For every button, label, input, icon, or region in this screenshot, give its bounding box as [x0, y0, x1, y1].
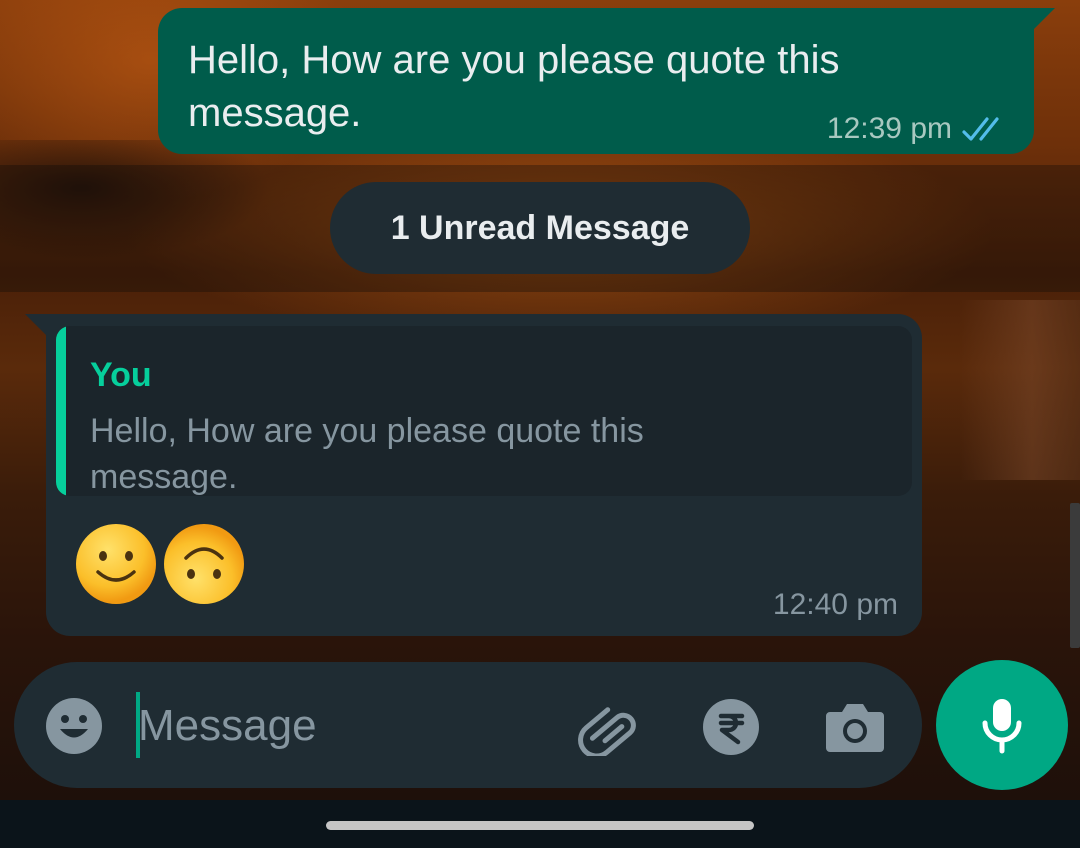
unread-messages-badge: 1 Unread Message [330, 182, 750, 274]
slightly-smiling-face-icon [76, 524, 156, 604]
message-composer [14, 662, 922, 788]
home-gesture-handle[interactable] [326, 821, 754, 830]
bubble-tail [1033, 8, 1055, 30]
quote-accent-bar [56, 326, 66, 496]
voice-record-button[interactable] [936, 660, 1068, 790]
upside-down-face-icon [164, 524, 244, 604]
quoted-message[interactable]: You Hello, How are you please quote this… [56, 326, 912, 496]
message-timestamp: 12:39 pm [826, 112, 952, 145]
rupee-icon[interactable] [702, 698, 760, 756]
message-input[interactable] [136, 696, 558, 756]
bubble-tail [25, 314, 47, 336]
scrollbar-thumb[interactable] [1070, 503, 1080, 648]
incoming-message-bubble[interactable]: You Hello, How are you please quote this… [25, 314, 922, 636]
message-timestamp: 12:40 pm [772, 588, 898, 621]
double-check-read-icon [962, 117, 999, 141]
unread-label: 1 Unread Message [390, 208, 690, 247]
wallpaper-city [960, 300, 1080, 480]
paperclip-icon[interactable] [574, 696, 640, 756]
emoji-icon[interactable] [44, 696, 104, 756]
camera-icon[interactable] [824, 698, 886, 754]
emoji-content [74, 522, 246, 606]
microphone-icon [982, 699, 1022, 754]
outgoing-message-bubble[interactable]: Hello, How are you please quote this mes… [158, 8, 1055, 154]
quoted-text: Hello, How are you please quote this mes… [90, 412, 644, 496]
quoted-author: You [90, 356, 152, 394]
